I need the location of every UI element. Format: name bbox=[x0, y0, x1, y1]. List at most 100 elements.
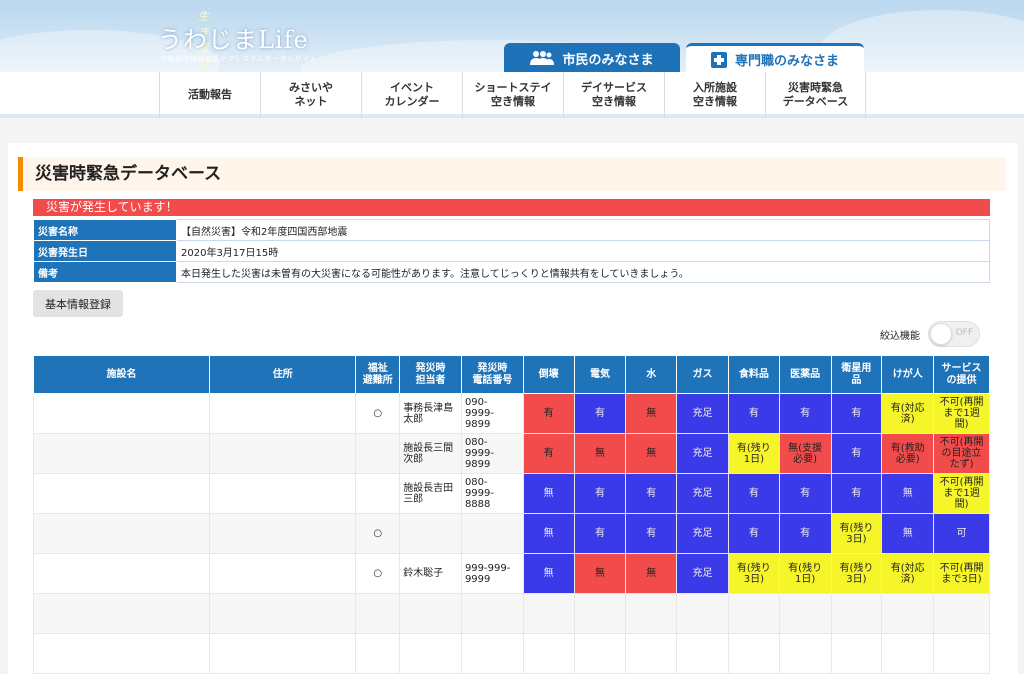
empty-cell bbox=[399, 593, 462, 634]
empty-cell bbox=[676, 633, 729, 674]
table-row[interactable]: 施設長三間 次郎 080- 9999- 9899 有無無充足 有(残り 1日) 無(支援… bbox=[33, 433, 990, 474]
column-header: けが人 bbox=[881, 355, 935, 394]
status-cell: 有 bbox=[727, 393, 780, 434]
page-title: 災害時緊急データベース bbox=[18, 157, 1006, 191]
logo-subtitle: 宇和島市地域包括ケアシステムポータルサイト bbox=[160, 55, 318, 63]
tab-professional[interactable]: 専門職のみなさま bbox=[686, 43, 864, 72]
phone-cell: 090- 9999- 9899 bbox=[460, 393, 524, 434]
empty-cell bbox=[355, 633, 401, 674]
empty-cell bbox=[830, 633, 883, 674]
status-cell: 有 bbox=[727, 473, 780, 514]
nav-item-facility-vacancy[interactable]: 入所施設 空き情報 bbox=[664, 72, 765, 118]
table-row[interactable]: ○ 無有有充足有有有(残り 3日) 無可 bbox=[33, 513, 990, 554]
status-cell: 不可(再開 まで1週 間) bbox=[933, 393, 990, 434]
empty-cell bbox=[33, 633, 211, 674]
column-header: 水 bbox=[625, 355, 678, 394]
disaster-info-table: 災害名称 【自然災害】令和2年度四国西部地震 災害発生日 2020年3月17日1… bbox=[33, 219, 990, 283]
empty-cell bbox=[778, 593, 832, 634]
site-header: 生き活き うわじまLife 宇和島市地域包括ケアシステムポータルサイト 市民のみ… bbox=[0, 0, 1024, 72]
facility-name-cell bbox=[33, 433, 211, 474]
nav-item-short-stay[interactable]: ショートステイ 空き情報 bbox=[462, 72, 563, 118]
toggle-state: OFF bbox=[955, 328, 973, 338]
status-cell: 有 bbox=[573, 473, 627, 514]
empty-cell bbox=[522, 593, 575, 634]
welfare-shelter-cell bbox=[355, 473, 401, 514]
toggle-knob bbox=[930, 323, 952, 345]
table-row[interactable]: ○ 事務長津島 太郎 090- 9999- 9899 有有無充足有有有有(対応 済) 不… bbox=[33, 393, 990, 434]
column-header: 住所 bbox=[209, 355, 357, 394]
welfare-shelter-cell: ○ bbox=[355, 553, 401, 594]
filter-label: 絞込機能 bbox=[880, 330, 920, 342]
status-cell: 有 bbox=[778, 513, 832, 554]
column-header: 食料品 bbox=[727, 355, 780, 394]
status-cell: 有(対応 済) bbox=[881, 553, 935, 594]
address-cell bbox=[209, 393, 357, 434]
status-cell: 有 bbox=[625, 513, 678, 554]
status-cell: 有(残り 1日) bbox=[778, 553, 832, 594]
status-cell: 無 bbox=[625, 553, 678, 594]
disaster-date-value: 2020年3月17日15時 bbox=[176, 240, 990, 262]
status-cell: 有 bbox=[830, 393, 883, 434]
status-cell: 充足 bbox=[676, 473, 729, 514]
contact-person-cell bbox=[399, 513, 462, 554]
table-row[interactable]: ○ 鈴木聡子 999-999- 9999 無無無充足 有(残り 3日) 有(残り 1日) 有… bbox=[33, 553, 990, 594]
column-header: 電気 bbox=[573, 355, 627, 394]
facility-status-table-container[interactable]: 施設名 住所 福祉 避難所 発災時 担当者 発災時 電話番号 倒壊 電気水ガス 食料品 医薬品衛… bbox=[33, 355, 990, 674]
disaster-note-value: 本日発生した災害は未曽有の大災害になる可能性があります。注意してじっくりと情報共… bbox=[176, 261, 990, 283]
phone-cell: 999-999- 9999 bbox=[460, 553, 524, 594]
filter-toggle[interactable]: OFF bbox=[928, 321, 980, 347]
status-cell: 有 bbox=[522, 393, 575, 434]
empty-cell bbox=[881, 633, 935, 674]
status-cell: 無 bbox=[522, 513, 575, 554]
status-cell: 有(残り 3日) bbox=[830, 513, 883, 554]
column-header: 発災時 担当者 bbox=[399, 355, 462, 394]
empty-cell bbox=[881, 593, 935, 634]
main-nav: 活動報告 みさいや ネット イベント カレンダー ショートステイ 空き情報 デイ… bbox=[0, 72, 1024, 118]
tab-citizen-label: 市民のみなさま bbox=[562, 52, 654, 68]
status-cell: 有 bbox=[573, 393, 627, 434]
logo-site-name: うわじまLife bbox=[158, 26, 309, 54]
nav-item-misaiya-net[interactable]: みさいや ネット bbox=[260, 72, 361, 118]
status-cell: 充足 bbox=[676, 553, 729, 594]
status-cell: 充足 bbox=[676, 393, 729, 434]
status-cell: 充足 bbox=[676, 513, 729, 554]
contact-person-cell: 事務長津島 太郎 bbox=[399, 393, 462, 434]
column-header: 発災時 電話番号 bbox=[460, 355, 524, 394]
address-cell bbox=[209, 433, 357, 474]
nav-item-event-calendar[interactable]: イベント カレンダー bbox=[361, 72, 462, 118]
basic-info-register-button[interactable]: 基本情報登録 bbox=[33, 290, 123, 317]
status-cell: 有 bbox=[830, 433, 883, 474]
tab-citizen[interactable]: 市民のみなさま bbox=[504, 43, 680, 72]
empty-cell bbox=[676, 593, 729, 634]
nav-item-disaster-database[interactable]: 災害時緊急 データベース bbox=[765, 72, 866, 118]
empty-cell bbox=[933, 593, 990, 634]
nav-item-day-service[interactable]: デイサービス 空き情報 bbox=[563, 72, 664, 118]
status-cell: 無 bbox=[625, 433, 678, 474]
status-cell: 有 bbox=[830, 473, 883, 514]
table-row bbox=[33, 633, 990, 674]
status-cell: 不可(再開 まで3日) bbox=[933, 553, 990, 594]
status-cell: 無 bbox=[881, 513, 935, 554]
disaster-date-label: 災害発生日 bbox=[33, 240, 177, 262]
status-cell: 無 bbox=[573, 553, 627, 594]
status-cell: 無 bbox=[522, 553, 575, 594]
status-cell: 有 bbox=[727, 513, 780, 554]
disaster-name-label: 災害名称 bbox=[33, 219, 177, 241]
status-cell: 不可(再開 の目途立 たず) bbox=[933, 433, 990, 474]
welfare-shelter-cell bbox=[355, 433, 401, 474]
status-cell: 無 bbox=[573, 433, 627, 474]
contact-person-cell: 施設長吉田 三郎 bbox=[399, 473, 462, 514]
empty-cell bbox=[727, 633, 780, 674]
table-row[interactable]: 施設長吉田 三郎 080- 9999- 8888 無有有充足有有有無不可(再開 まで… bbox=[33, 473, 990, 514]
status-cell: 有(残り 3日) bbox=[830, 553, 883, 594]
facility-status-table: 施設名 住所 福祉 避難所 発災時 担当者 発災時 電話番号 倒壊 電気水ガス 食料品 医薬品衛… bbox=[33, 355, 990, 674]
status-cell: 有 bbox=[573, 513, 627, 554]
facility-name-cell bbox=[33, 553, 211, 594]
nav-item-activity-report[interactable]: 活動報告 bbox=[159, 72, 260, 118]
empty-cell bbox=[399, 633, 462, 674]
status-cell: 有 bbox=[522, 433, 575, 474]
status-cell: 無(支援 必要) bbox=[778, 433, 832, 474]
facility-name-cell bbox=[33, 473, 211, 514]
empty-cell bbox=[209, 633, 357, 674]
disaster-name-value: 【自然災害】令和2年度四国西部地震 bbox=[176, 219, 990, 241]
